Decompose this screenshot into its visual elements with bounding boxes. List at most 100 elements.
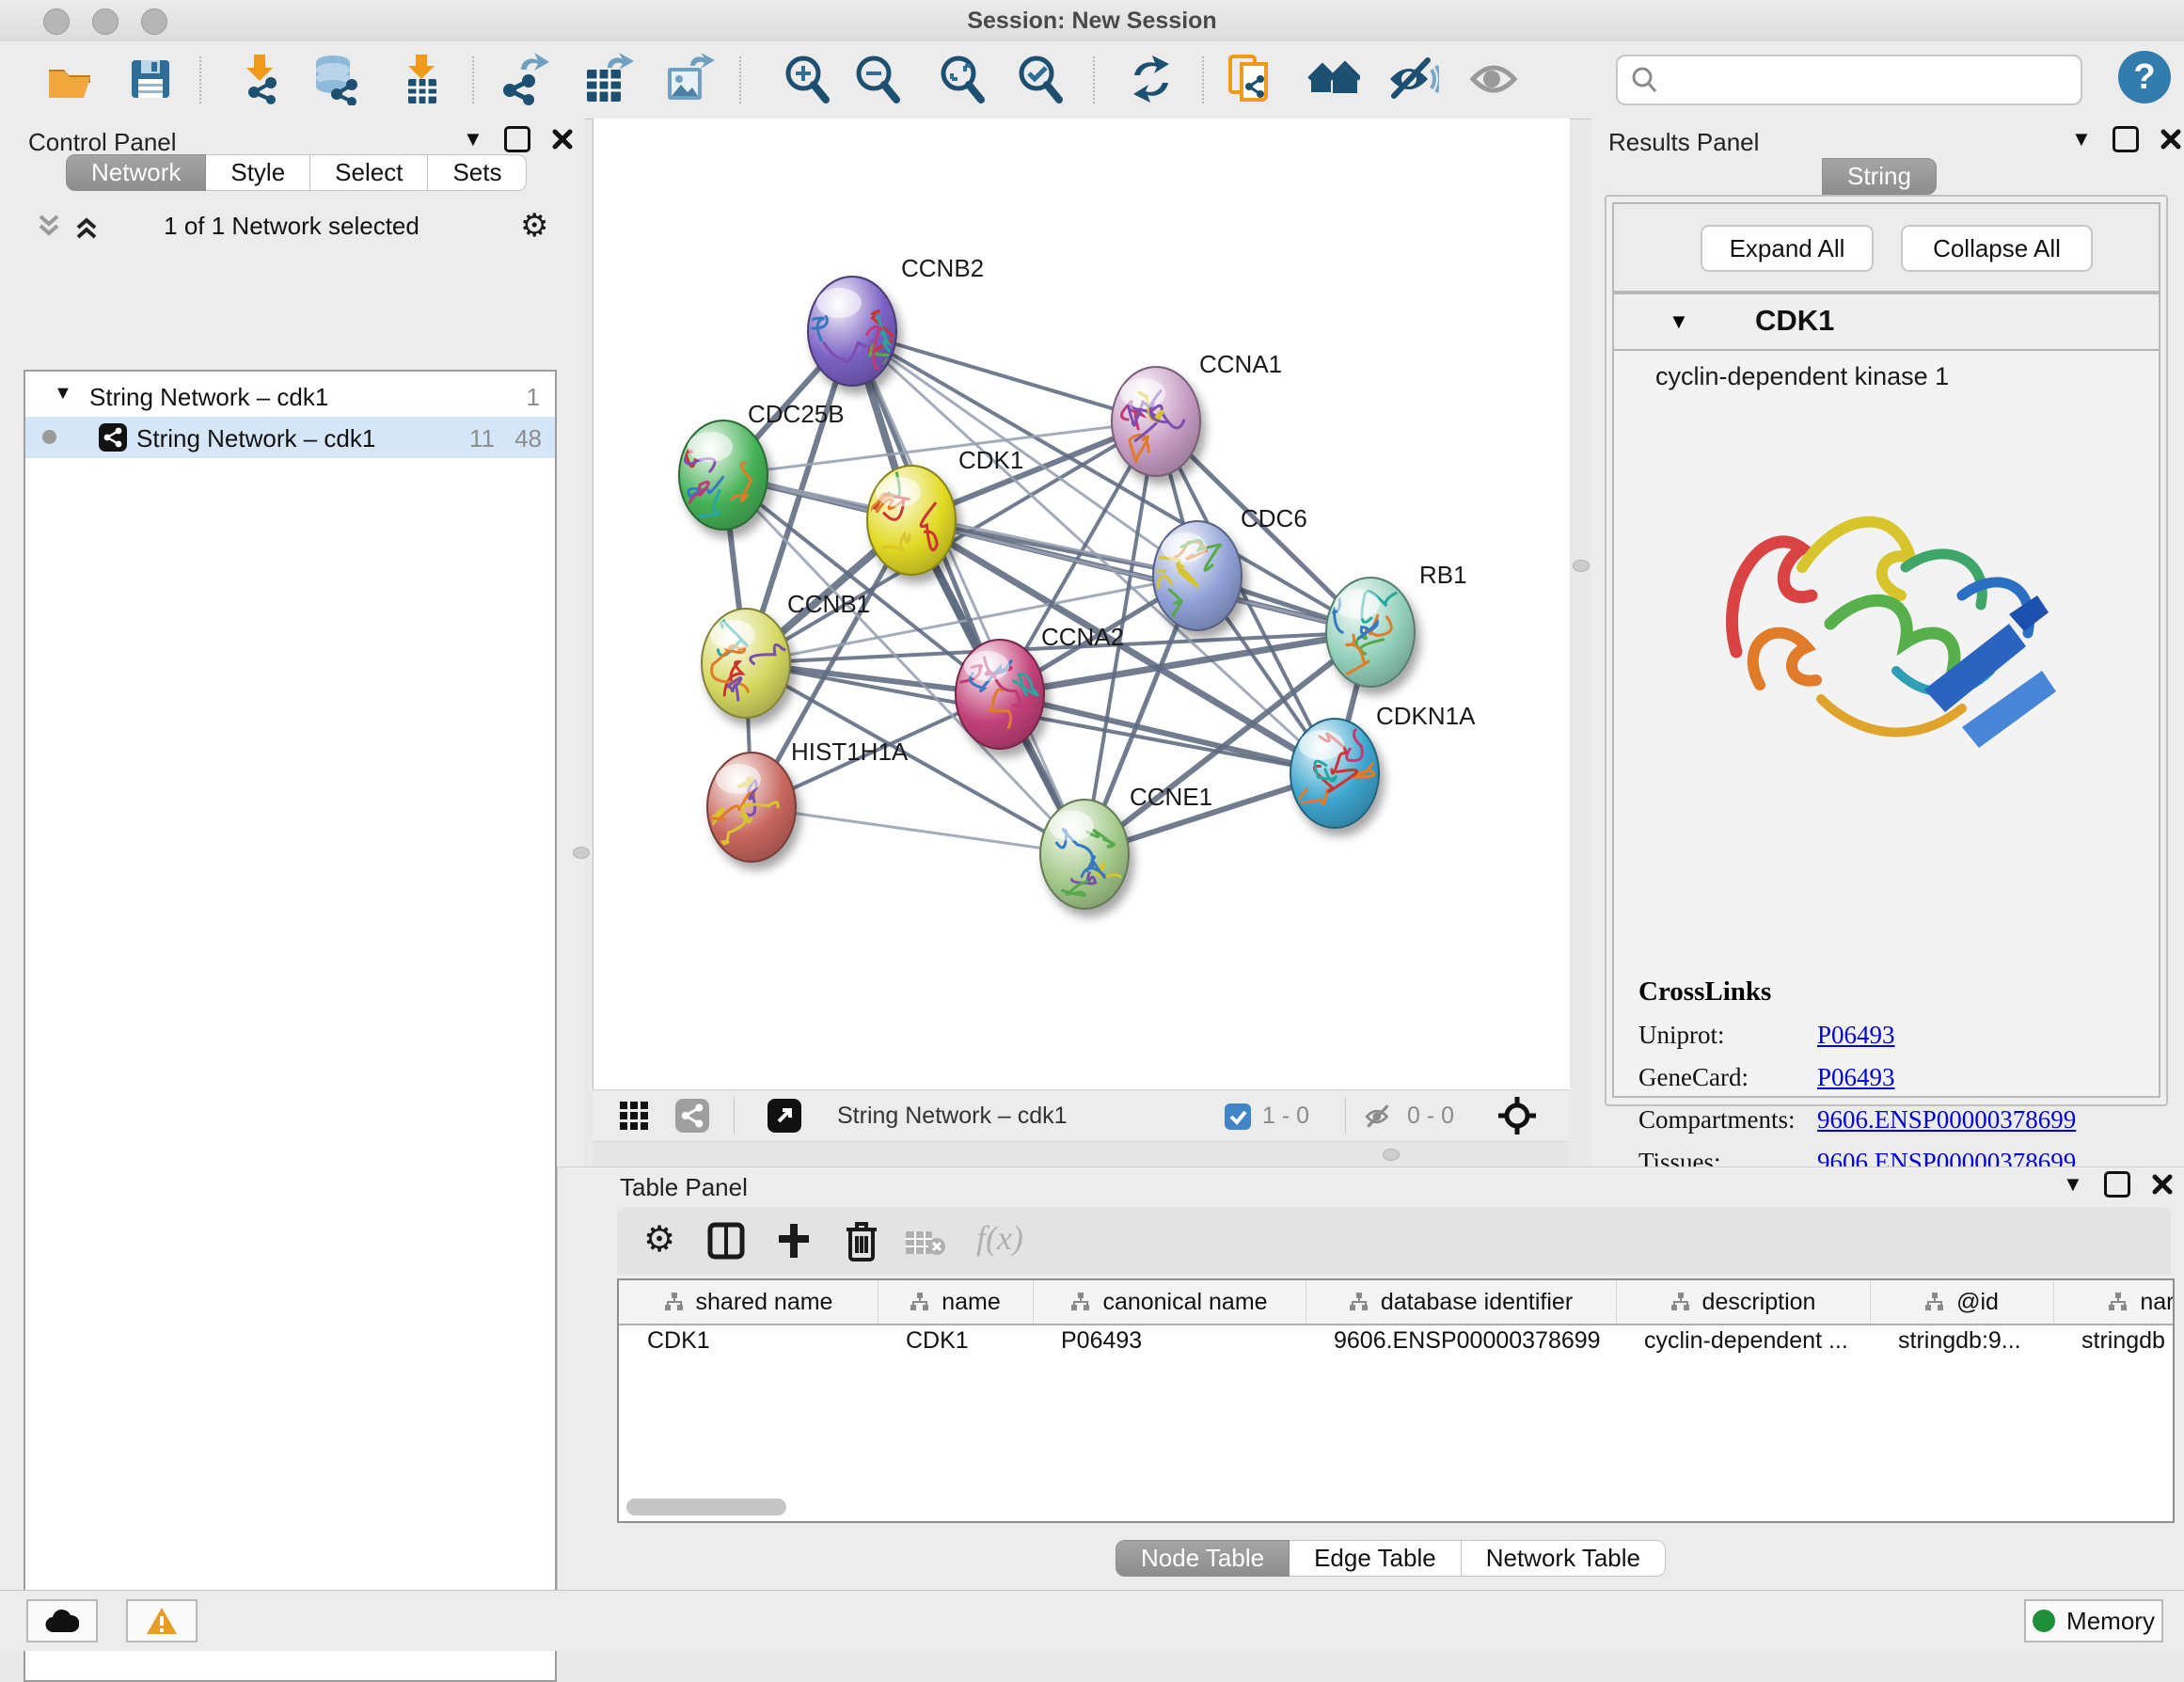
crosslink-link[interactable]: 9606.ENSP00000378699 — [1817, 1105, 2076, 1134]
network-edge[interactable] — [752, 807, 1084, 854]
close-window-button[interactable] — [43, 8, 70, 35]
delete-column-icon[interactable] — [843, 1220, 880, 1262]
expand-all-icon[interactable] — [72, 213, 101, 241]
control-panel-close-icon[interactable] — [551, 128, 574, 151]
table-panel-float-icon[interactable] — [2104, 1171, 2130, 1198]
network-node-rb1[interactable]: RB1 — [1324, 561, 1466, 687]
network-row-selected[interactable]: String Network – cdk1 11 48 — [25, 417, 555, 458]
search-input[interactable] — [1616, 55, 2082, 105]
network-node-ccnb1[interactable]: CCNB1 — [702, 590, 870, 718]
network-view-share-icon[interactable] — [675, 1099, 709, 1133]
zoom-fit-icon[interactable] — [936, 53, 989, 105]
expand-all-button[interactable]: Expand All — [1701, 225, 1874, 272]
gene-header-row[interactable]: ▼ CDK1 — [1614, 294, 2159, 351]
control-panel-float-icon[interactable] — [504, 126, 530, 152]
tab-network-table[interactable]: Network Table — [1462, 1540, 1666, 1577]
export-table-icon[interactable] — [581, 53, 634, 105]
zoom-selected-icon[interactable] — [1014, 53, 1067, 105]
refresh-icon[interactable] — [1125, 53, 1178, 105]
network-node-cdc25b[interactable]: CDC25B — [669, 400, 845, 536]
detach-view-icon[interactable] — [768, 1099, 801, 1133]
add-column-icon[interactable] — [775, 1222, 813, 1260]
table-cell[interactable]: CDK1 — [878, 1327, 1033, 1365]
network-node-cdk1[interactable]: CDK1 — [866, 446, 1023, 575]
left-splitter-grip[interactable] — [573, 847, 590, 859]
table-cell[interactable]: 9606.ENSP00000378699 — [1306, 1327, 1616, 1365]
open-session-icon[interactable] — [43, 53, 96, 105]
network-canvas[interactable]: CCNB2CCNA1CDC25BCDK1CDC6RB1CCNB1CCNA2CDK… — [593, 119, 1570, 1089]
import-table-icon[interactable] — [395, 53, 448, 105]
network-node-ccne1[interactable]: CCNE1 — [1040, 783, 1212, 909]
export-network-icon[interactable] — [497, 53, 549, 105]
column-header[interactable]: shared name — [619, 1280, 878, 1324]
network-edge[interactable] — [852, 331, 1156, 421]
zoom-out-icon[interactable] — [851, 53, 904, 105]
cloud-button[interactable] — [26, 1599, 98, 1642]
table-cell[interactable]: stringdb — [2053, 1327, 2175, 1365]
network-edge[interactable] — [852, 331, 1084, 854]
tab-style[interactable]: Style — [206, 154, 310, 191]
tree-expander-icon[interactable]: ▼ — [54, 383, 72, 405]
documents-icon[interactable] — [1225, 53, 1277, 105]
horizontal-splitter-grip[interactable] — [1383, 1149, 1400, 1161]
network-node-cdc6[interactable]: CDC6 — [1143, 504, 1306, 634]
table-panel-close-icon[interactable] — [2151, 1173, 2174, 1196]
function-builder-icon[interactable]: f(x) — [976, 1218, 1023, 1258]
tab-node-table[interactable]: Node Table — [1116, 1540, 1290, 1577]
gene-expander-icon[interactable]: ▼ — [1669, 309, 1689, 334]
grid-view-icon[interactable] — [619, 1101, 649, 1131]
right-splitter-grip[interactable] — [1573, 560, 1590, 572]
table-cell[interactable]: stringdb:9... — [1870, 1327, 2053, 1365]
tab-network[interactable]: Network — [66, 154, 206, 191]
collapse-all-icon[interactable] — [35, 213, 63, 241]
network-node-hist1h1a[interactable]: HIST1H1A — [703, 738, 909, 862]
delete-table-icon[interactable] — [905, 1230, 946, 1256]
birds-eye-crosshair-icon[interactable] — [1497, 1096, 1537, 1135]
warning-button[interactable] — [126, 1599, 198, 1642]
table-cell[interactable]: P06493 — [1033, 1327, 1306, 1365]
network-node-ccna1[interactable]: CCNA1 — [1112, 350, 1282, 476]
network-node-ccnb2[interactable]: CCNB2 — [804, 254, 984, 386]
zoom-in-icon[interactable] — [781, 53, 833, 105]
control-panel-menu-icon[interactable]: ▼ — [463, 127, 483, 151]
hide-selected-icon[interactable] — [1386, 53, 1439, 105]
tab-string[interactable]: String — [1822, 158, 1937, 195]
network-edge[interactable] — [1000, 694, 1335, 773]
maximize-window-button[interactable] — [141, 8, 167, 35]
import-network-from-database-icon[interactable] — [310, 53, 363, 105]
results-panel-close-icon[interactable] — [2160, 128, 2182, 151]
network-options-gear-icon[interactable]: ⚙ — [520, 207, 548, 245]
selected-checkbox-icon[interactable] — [1225, 1103, 1251, 1130]
column-header[interactable]: database identifier — [1306, 1280, 1617, 1324]
tab-sets[interactable]: Sets — [428, 154, 527, 191]
export-image-icon[interactable] — [662, 53, 715, 105]
results-panel-menu-icon[interactable]: ▼ — [2071, 127, 2092, 151]
column-header[interactable]: name — [878, 1280, 1034, 1324]
network-collection-row[interactable]: ▼ String Network – cdk1 1 — [25, 377, 555, 419]
horizontal-splitter[interactable] — [593, 1142, 1569, 1166]
crosslink-link[interactable]: P06493 — [1817, 1021, 1895, 1049]
help-button[interactable]: ? — [2118, 51, 2171, 103]
node-table[interactable]: shared namenamecanonical namedatabase id… — [617, 1278, 2175, 1523]
column-header[interactable]: namespace — [2053, 1280, 2175, 1324]
column-header[interactable]: @id — [1870, 1280, 2054, 1324]
tab-edge-table[interactable]: Edge Table — [1290, 1540, 1462, 1577]
table-cell[interactable]: CDK1 — [619, 1327, 878, 1365]
hidden-eye-icon[interactable] — [1364, 1103, 1394, 1131]
houses-icon[interactable] — [1307, 53, 1360, 105]
network-node-cdkn1a[interactable]: CDKN1A — [1290, 702, 1476, 828]
crosslink-link[interactable]: P06493 — [1817, 1063, 1895, 1091]
minimize-window-button[interactable] — [92, 8, 119, 35]
column-header[interactable]: canonical name — [1033, 1280, 1306, 1324]
memory-button[interactable]: Memory — [2024, 1599, 2163, 1642]
tab-select[interactable]: Select — [310, 154, 428, 191]
column-header[interactable]: description — [1616, 1280, 1871, 1324]
table-horizontal-scrollbar[interactable] — [626, 1499, 786, 1515]
table-options-gear-icon[interactable]: ⚙ — [643, 1218, 675, 1261]
show-all-icon[interactable] — [1467, 53, 1520, 105]
save-session-icon[interactable] — [124, 53, 177, 105]
collapse-all-button[interactable]: Collapse All — [1901, 225, 2093, 272]
results-panel-float-icon[interactable] — [2113, 126, 2139, 152]
show-columns-icon[interactable] — [707, 1222, 745, 1260]
table-panel-menu-icon[interactable]: ▼ — [2063, 1172, 2083, 1197]
